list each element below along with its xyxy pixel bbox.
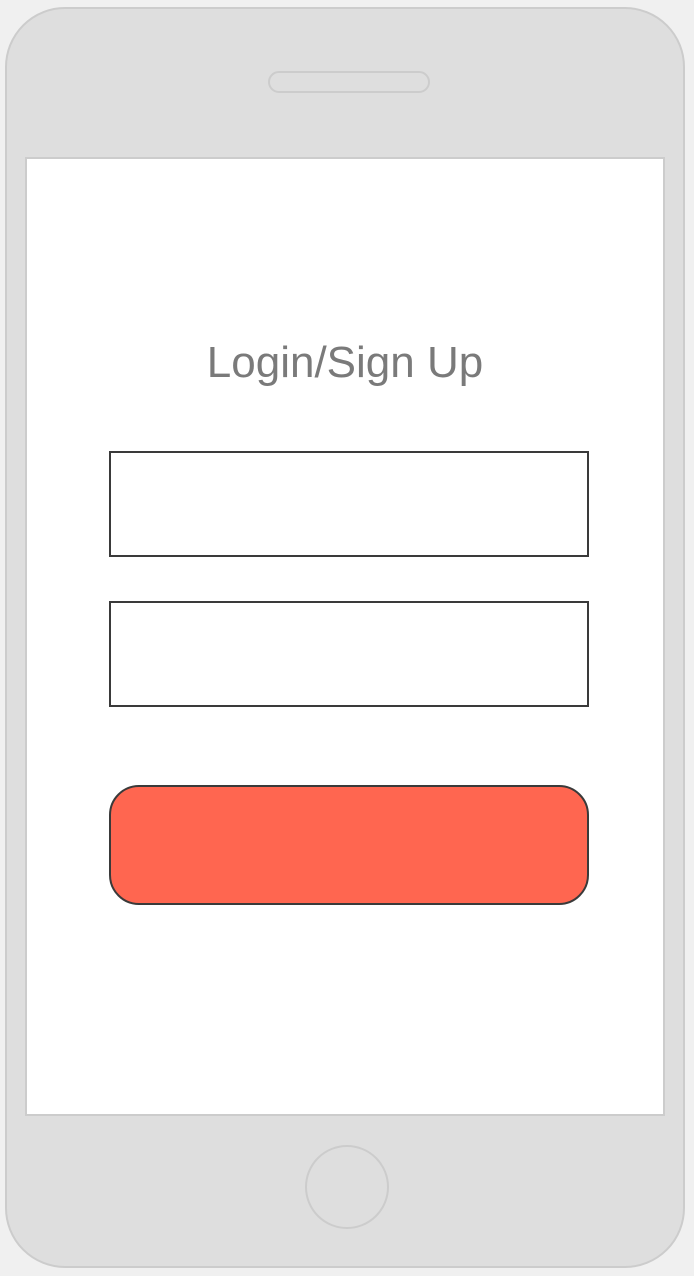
speaker-grille: [268, 71, 430, 93]
phone-screen: Login/Sign Up: [25, 157, 665, 1116]
home-button[interactable]: [305, 1145, 389, 1229]
username-field[interactable]: [109, 451, 589, 557]
phone-frame: Login/Sign Up: [5, 7, 685, 1268]
login-button[interactable]: [109, 785, 589, 905]
password-field[interactable]: [109, 601, 589, 707]
page-title: Login/Sign Up: [206, 338, 484, 387]
